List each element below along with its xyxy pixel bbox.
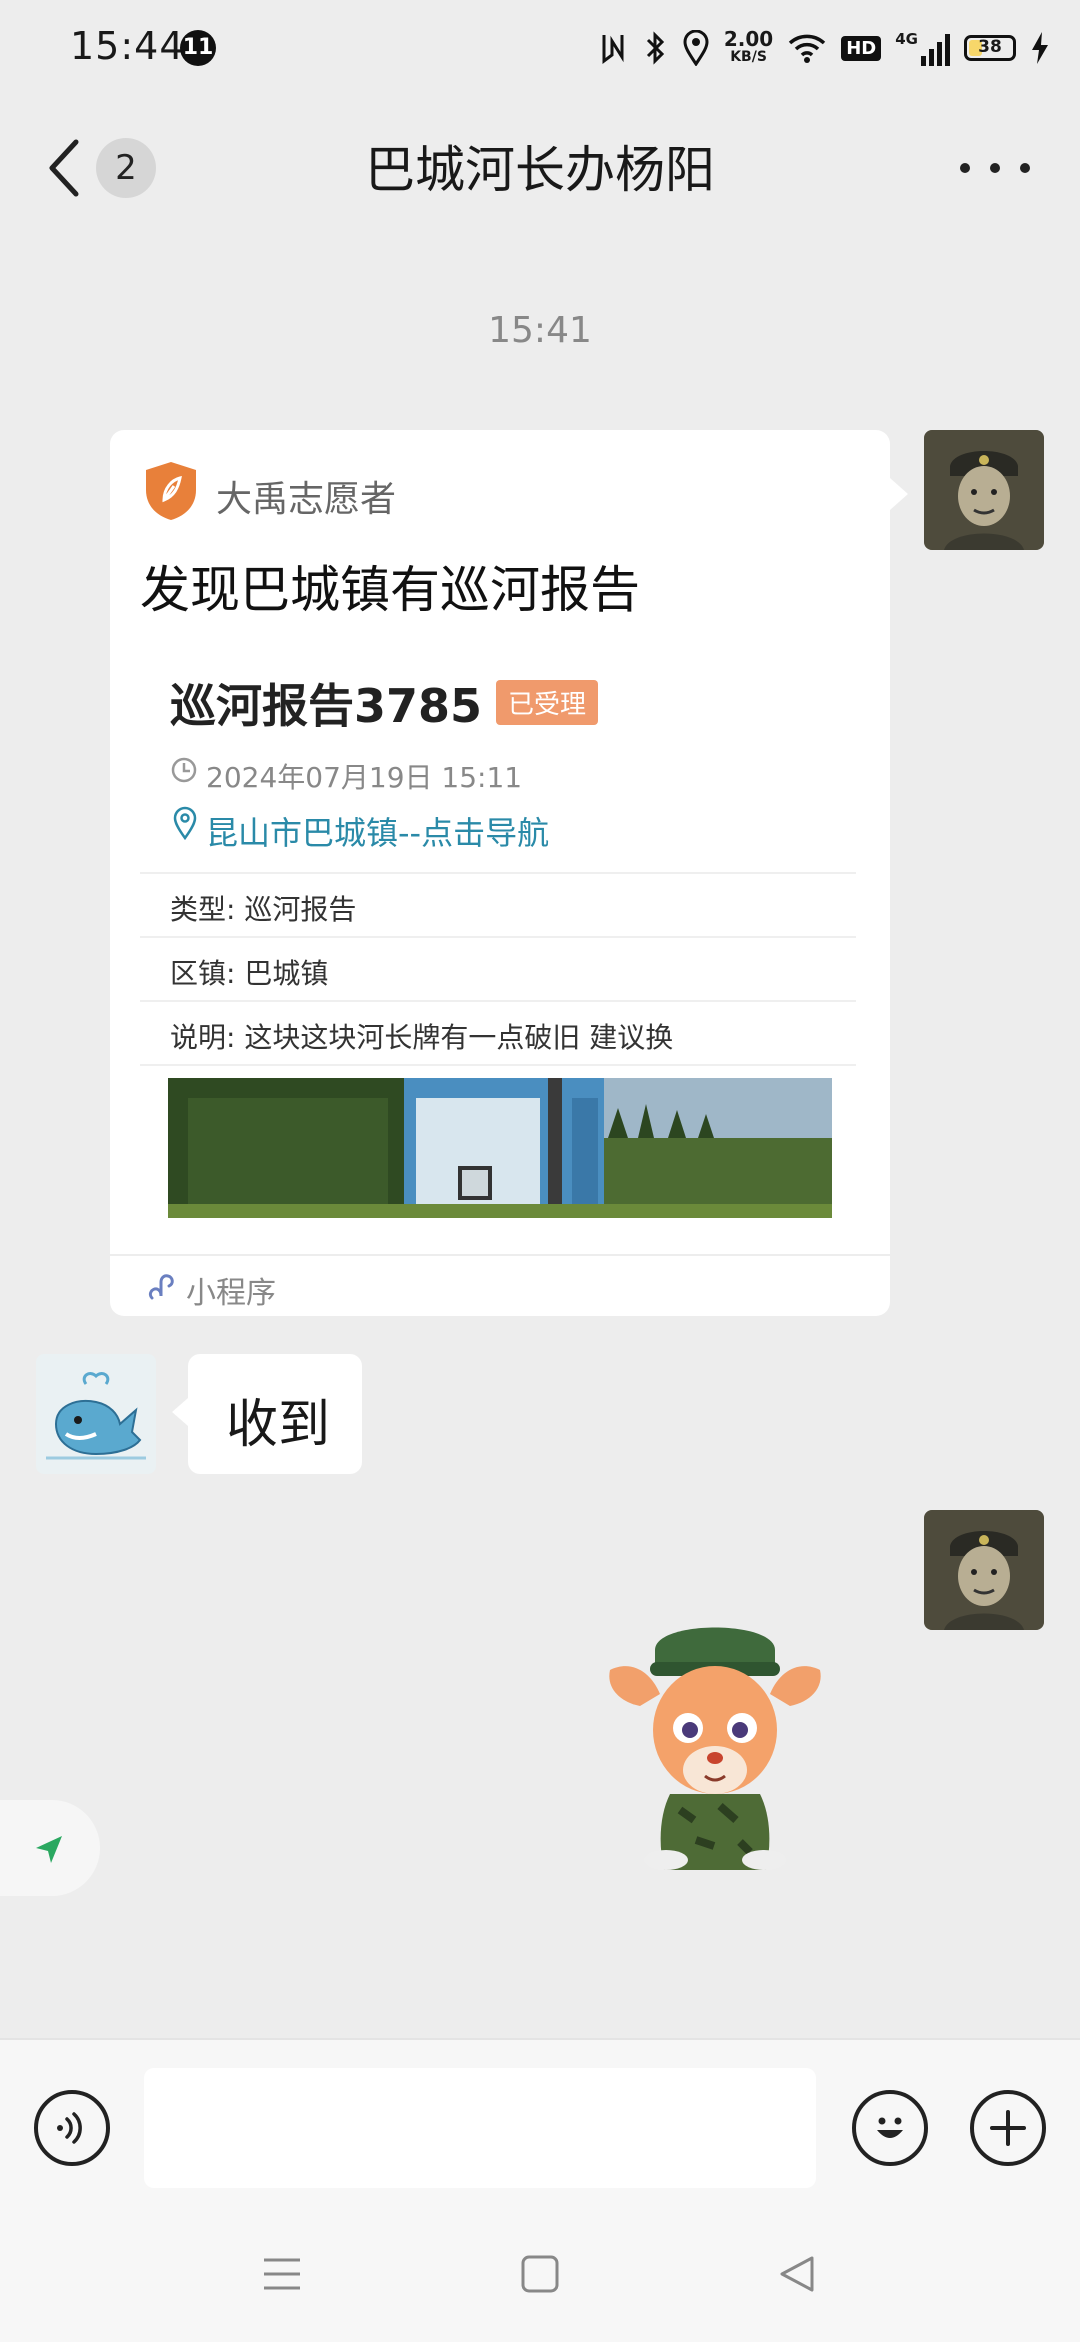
- bubble-arrow: [172, 1398, 188, 1426]
- emoji-button[interactable]: [852, 2090, 928, 2166]
- mini-program-icon: [148, 1274, 174, 1300]
- chat-title: 巴城河长办杨阳: [365, 141, 715, 199]
- location-pin-icon: [173, 806, 197, 840]
- hd-badge: HD: [841, 35, 882, 61]
- mini-program-card[interactable]: 大禹志愿者 发现巴城镇有巡河报告 巡河报告3785 已受理 2024年07月19…: [110, 430, 890, 1316]
- clock-icon: [171, 757, 197, 783]
- sticker-image[interactable]: [600, 1610, 830, 1870]
- app-logo-icon: [146, 462, 196, 520]
- mini-program-label: 小程序: [186, 1276, 276, 1311]
- received-message-text: 收到: [226, 1395, 331, 1455]
- divider: [140, 1064, 856, 1066]
- card-title: 发现巴城镇有巡河报告: [140, 561, 640, 619]
- status-badge: 已受理: [496, 680, 599, 725]
- contact-avatar[interactable]: [36, 1354, 156, 1474]
- info-row-district: 区镇: 巴城镇: [140, 936, 856, 1000]
- info-row-type: 类型: 巡河报告: [140, 872, 856, 936]
- voice-button[interactable]: [34, 2090, 110, 2166]
- message-timestamp: 15:41: [488, 310, 592, 351]
- input-bar: [0, 2038, 1080, 2342]
- navigate-link[interactable]: 昆山市巴城镇--点击导航: [206, 808, 549, 854]
- home-icon[interactable]: [520, 2254, 560, 2294]
- notification-badge: 11: [180, 30, 216, 66]
- navigation-arrow-icon: [36, 1836, 62, 1863]
- plus-button[interactable]: [970, 2090, 1046, 2166]
- plus-icon: [990, 2110, 1026, 2146]
- status-icons: 2.00 KB/S HD 4G 38: [600, 26, 1050, 70]
- wifi-icon: [789, 34, 826, 63]
- charging-icon: [1032, 32, 1048, 64]
- app-name: 大禹志愿者: [216, 479, 397, 520]
- nfc-icon: [602, 35, 624, 64]
- back-icon[interactable]: [778, 2254, 818, 2294]
- more-icon[interactable]: [960, 148, 1030, 188]
- location-icon: [683, 30, 709, 66]
- status-bar: 15:44 11 2.00 KB/S HD 4G 38: [0, 0, 1080, 96]
- unread-count-badge[interactable]: 2: [96, 138, 156, 198]
- bluetooth-icon: [646, 31, 664, 65]
- report-photo: [168, 1078, 832, 1218]
- emoji-icon: [877, 2117, 903, 2138]
- info-row-description: 说明: 这块这块河长牌有一点破旧 建议换: [140, 1000, 856, 1064]
- menu-icon[interactable]: [262, 2254, 302, 2294]
- back-chevron-icon[interactable]: [44, 138, 84, 198]
- message-input[interactable]: [144, 2068, 816, 2188]
- report-title: 巡河报告3785: [170, 679, 483, 733]
- net-speed: 2.00 KB/S: [723, 27, 774, 65]
- received-message-bubble[interactable]: 收到: [188, 1354, 362, 1474]
- report-datetime: 2024年07月19日 15:11: [206, 761, 523, 794]
- signal-indicator: 4G: [895, 30, 950, 66]
- my-avatar[interactable]: [924, 1510, 1044, 1630]
- voice-icon: [57, 2112, 82, 2144]
- location-float-button[interactable]: [0, 1800, 100, 1896]
- card-footer: 小程序: [110, 1254, 890, 1318]
- battery-icon: 38: [964, 35, 1016, 61]
- card-arrow: [890, 478, 908, 510]
- status-time: 15:44: [70, 24, 185, 68]
- my-avatar[interactable]: [924, 430, 1044, 550]
